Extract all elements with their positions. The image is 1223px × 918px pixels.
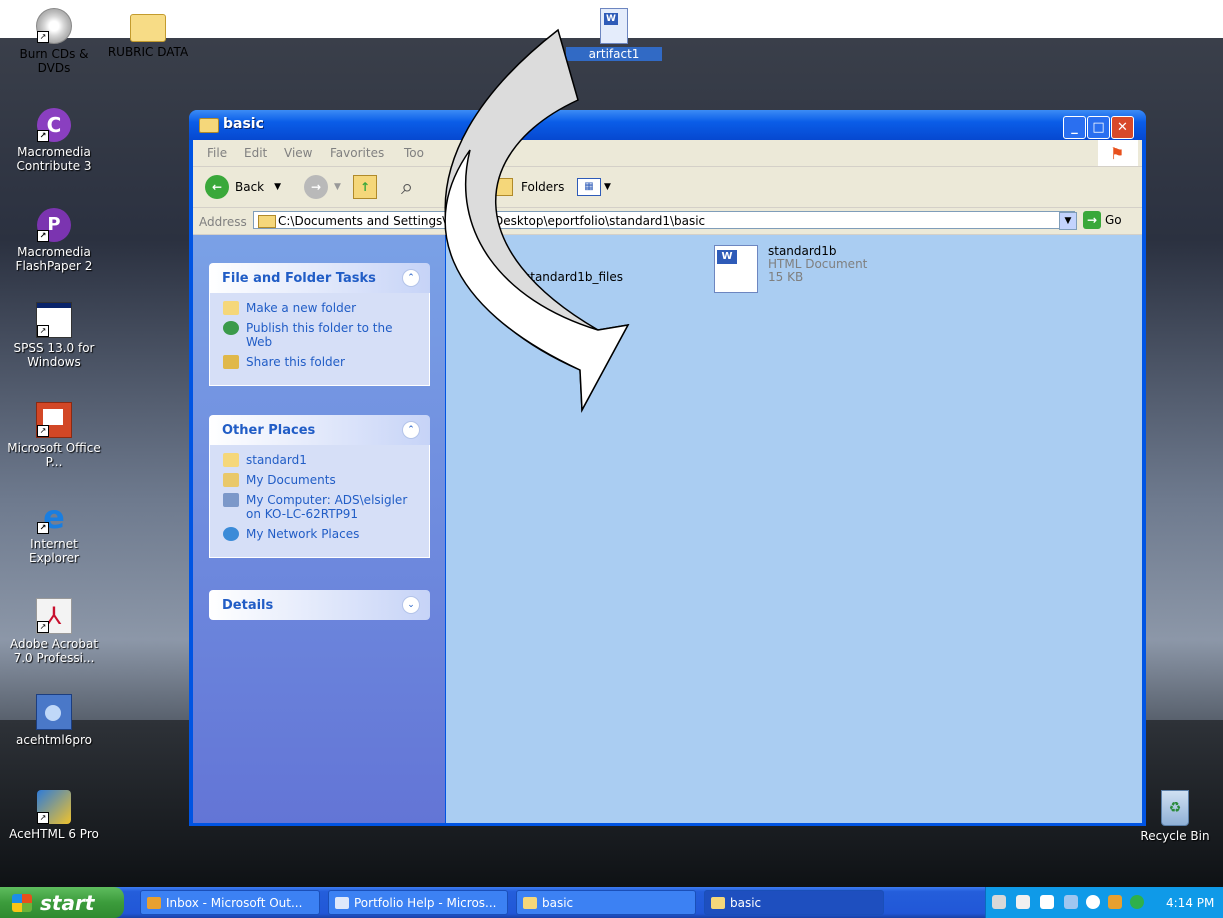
curved-arrow-annotation bbox=[444, 28, 630, 413]
outlook-reminder-icon[interactable] bbox=[1108, 895, 1122, 909]
taskbar-button-inbox[interactable]: Inbox - Microsoft Out... bbox=[140, 890, 320, 915]
restore-icon[interactable] bbox=[1064, 895, 1078, 909]
clock: 4:14 PM bbox=[1166, 896, 1215, 910]
taskbar-button-basic-1[interactable]: basic bbox=[516, 890, 696, 915]
help-icon[interactable] bbox=[1040, 895, 1054, 909]
windows-flag-icon bbox=[12, 893, 32, 912]
word-icon bbox=[335, 896, 349, 909]
start-button[interactable]: start bbox=[0, 887, 124, 918]
outlook-icon bbox=[147, 896, 161, 909]
show-hidden-icons-icon[interactable] bbox=[1086, 895, 1100, 909]
start-label: start bbox=[40, 890, 95, 915]
folder-icon bbox=[523, 896, 537, 909]
taskbar-button-label: Portfolio Help - Micros... bbox=[354, 895, 497, 910]
language-bar-icon[interactable] bbox=[1016, 895, 1030, 909]
taskbar-button-label: basic bbox=[542, 895, 574, 910]
system-tray: 4:14 PM bbox=[985, 887, 1223, 918]
taskbar-button-portfolio-help[interactable]: Portfolio Help - Micros... bbox=[328, 890, 508, 915]
taskbar-button-label: Inbox - Microsoft Out... bbox=[166, 895, 303, 910]
folder-icon bbox=[711, 896, 725, 909]
taskbar: start Inbox - Microsoft Out... Portfolio… bbox=[0, 887, 1223, 918]
taskbar-button-label: basic bbox=[730, 895, 762, 910]
network-status-icon[interactable] bbox=[1130, 895, 1144, 909]
taskbar-button-basic-2[interactable]: basic bbox=[704, 890, 884, 915]
pen-icon[interactable] bbox=[992, 895, 1006, 909]
